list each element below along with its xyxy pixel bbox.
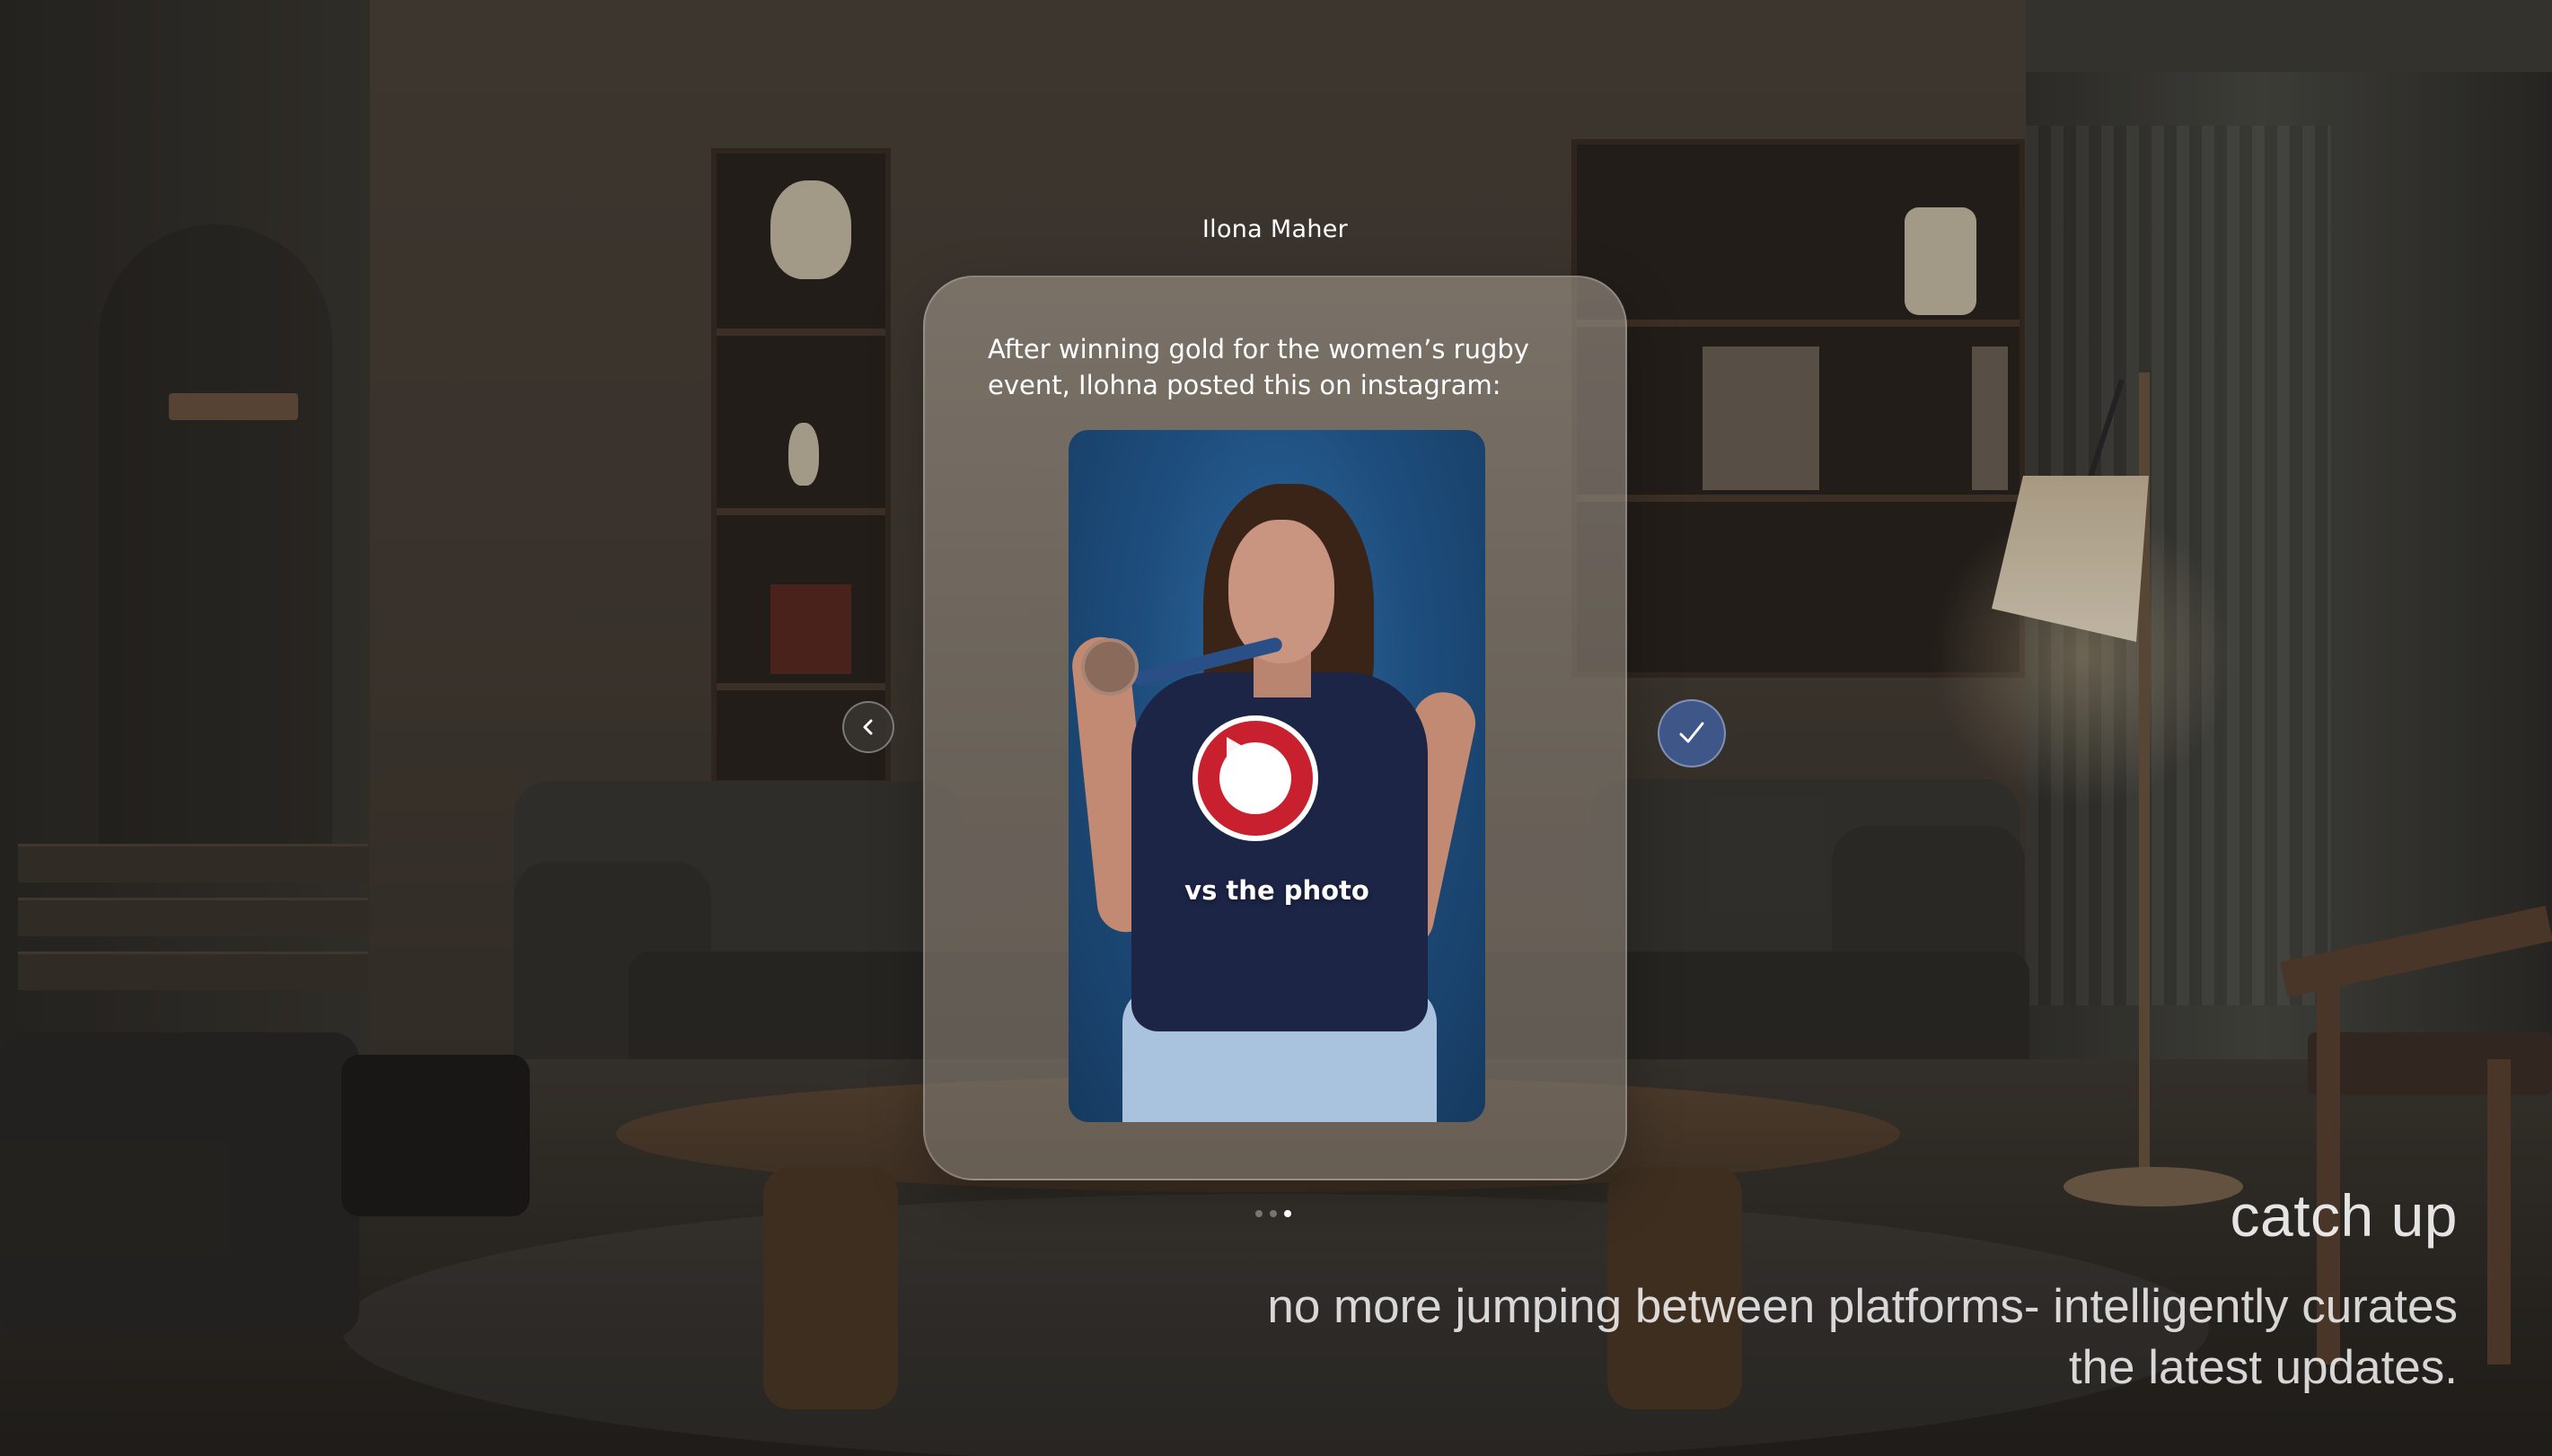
pagination-dots — [1255, 1210, 1291, 1217]
confirm-button[interactable] — [1658, 699, 1726, 767]
page-dot[interactable] — [1270, 1210, 1277, 1217]
page-dot-active[interactable] — [1284, 1210, 1291, 1217]
feature-title: catch up — [2230, 1182, 2458, 1249]
play-icon[interactable] — [1227, 737, 1277, 794]
chevron-left-icon — [863, 719, 873, 735]
post-card: After winning gold for the women’s rugby… — [923, 276, 1627, 1180]
feature-subtitle: no more jumping between platforms- intel… — [1267, 1280, 2458, 1394]
post-text: After winning gold for the women’s rugby… — [988, 334, 1529, 400]
checkmark-icon — [1679, 722, 1704, 743]
post-author: Ilona Maher — [1201, 215, 1349, 243]
previous-button[interactable] — [842, 701, 894, 753]
medal — [1081, 638, 1139, 696]
page-dot[interactable] — [1255, 1210, 1263, 1217]
media-caption: vs the photo — [1184, 875, 1369, 906]
post-media[interactable]: vs the photo — [1069, 430, 1485, 1122]
